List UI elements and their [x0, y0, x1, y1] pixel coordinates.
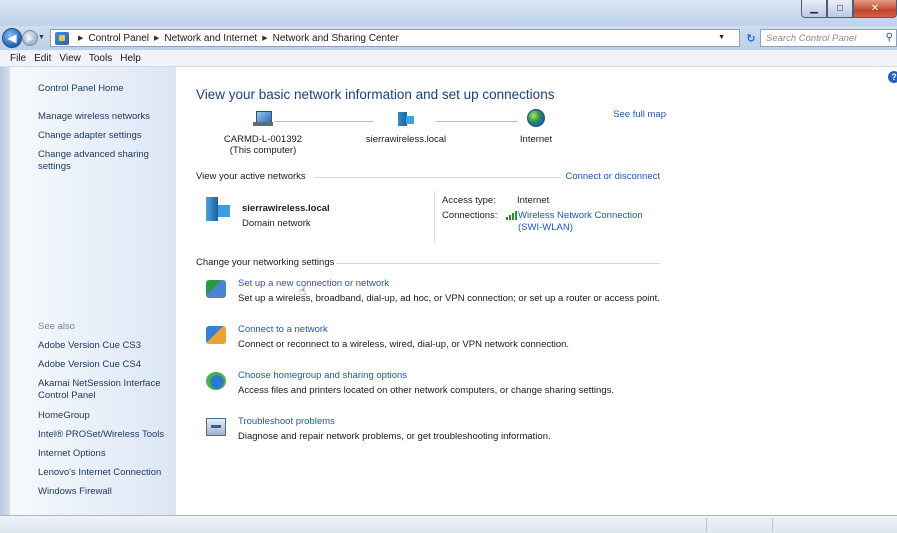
- sidebar-see-also-item[interactable]: Intel® PROSet/Wireless Tools: [38, 429, 164, 441]
- sidebar: Control Panel Home Manage wireless netwo…: [10, 67, 176, 515]
- network-name: sierrawireless.local: [365, 134, 447, 145]
- refresh-button[interactable]: ↻: [742, 29, 760, 47]
- connect-network-icon: [206, 326, 226, 344]
- menu-help[interactable]: Help: [120, 53, 141, 64]
- section-divider: [314, 177, 565, 178]
- breadcrumb-chevron-icon[interactable]: ▶: [262, 34, 267, 42]
- maximize-button[interactable]: □: [827, 0, 853, 18]
- sidebar-see-also-item[interactable]: Akamai NetSession Interface Control Pane…: [38, 378, 173, 402]
- help-icon[interactable]: ?: [888, 71, 897, 83]
- section-divider: [336, 263, 660, 264]
- breadcrumb-control-panel[interactable]: Control Panel: [88, 33, 149, 44]
- search-placeholder: Search Control Panel: [766, 33, 857, 44]
- computer-name: CARMD-L-001392: [223, 134, 303, 145]
- breadcrumb-chevron-icon[interactable]: ▶: [78, 34, 83, 42]
- troubleshoot-icon: [206, 418, 226, 436]
- hand-cursor-icon: ☝: [299, 284, 307, 298]
- status-divider: [772, 518, 773, 532]
- sidebar-manage-wireless[interactable]: Manage wireless networks: [38, 111, 150, 123]
- task-description: Diagnose and repair network problems, or…: [238, 431, 551, 442]
- active-networks-label: View your active networks: [196, 171, 306, 182]
- refresh-icon: ↻: [746, 32, 756, 45]
- back-arrow-icon: ◀: [7, 31, 17, 45]
- address-toolbar: ◀ ▶ ▼ ▶ Control Panel ▶ Network and Inte…: [0, 26, 897, 50]
- sidebar-control-panel-home[interactable]: Control Panel Home: [38, 83, 124, 95]
- page-title: View your basic network information and …: [196, 87, 555, 102]
- sidebar-see-also-item[interactable]: Windows Firewall: [38, 486, 112, 498]
- computer-icon: [253, 111, 273, 127]
- task-description: Access files and printers located on oth…: [238, 385, 614, 396]
- computer-sublabel: (This computer): [229, 145, 297, 156]
- search-icon[interactable]: ⚲: [886, 32, 893, 43]
- sidebar-see-also-item[interactable]: Lenovo's Internet Connection: [38, 467, 161, 479]
- menu-file[interactable]: File: [10, 53, 26, 64]
- wireless-signal-icon: [506, 211, 517, 220]
- panel-divider: [434, 191, 435, 243]
- map-node-computer[interactable]: CARMD-L-001392 (This computer): [208, 111, 318, 156]
- see-full-map-link[interactable]: See full map: [613, 109, 666, 120]
- forward-button[interactable]: ▶: [22, 30, 38, 46]
- homegroup-icon: [206, 372, 226, 390]
- minimize-button[interactable]: ▁: [801, 0, 827, 18]
- map-node-internet[interactable]: Internet: [496, 109, 576, 145]
- window-controls: ▁ □ ✕: [801, 0, 897, 20]
- control-panel-icon: [55, 31, 69, 45]
- task-title-link[interactable]: Set up a new connection or network: [238, 278, 389, 289]
- main-panel: ? View your basic network information an…: [176, 67, 897, 515]
- recent-pages-dropdown[interactable]: ▼: [38, 34, 45, 41]
- map-node-network[interactable]: sierrawireless.local: [351, 111, 461, 145]
- breadcrumb-sharing-center[interactable]: Network and Sharing Center: [273, 33, 399, 44]
- internet-label: Internet: [519, 134, 553, 145]
- sidebar-see-also-item[interactable]: Adobe Version Cue CS4: [38, 359, 141, 371]
- task-connect-network: Connect to a network Connect or reconnec…: [206, 324, 666, 358]
- change-settings-label: Change your networking settings: [196, 257, 335, 268]
- access-type-label: Access type:: [442, 195, 496, 206]
- sidebar-advanced-sharing[interactable]: Change advanced sharing settings: [38, 149, 163, 173]
- breadcrumb: ▶ Control Panel ▶ Network and Internet ▶…: [73, 33, 399, 44]
- forward-arrow-icon: ▶: [26, 32, 34, 43]
- back-button[interactable]: ◀: [2, 28, 22, 48]
- task-troubleshoot: Troubleshoot problems Diagnose and repai…: [206, 416, 666, 450]
- task-setup-connection: Set up a new connection or network Set u…: [206, 278, 666, 312]
- menu-edit[interactable]: Edit: [34, 53, 51, 64]
- globe-icon: [527, 109, 545, 127]
- active-network-name: sierrawireless.local: [242, 203, 330, 214]
- status-divider: [706, 518, 707, 532]
- task-title-link[interactable]: Choose homegroup and sharing options: [238, 370, 407, 381]
- task-description: Connect or reconnect to a wireless, wire…: [238, 339, 570, 350]
- address-bar[interactable]: ▶ Control Panel ▶ Network and Internet ▶…: [50, 29, 740, 47]
- change-settings-header: Change your networking settings: [196, 257, 660, 269]
- sidebar-see-also-item[interactable]: Adobe Version Cue CS3: [38, 340, 141, 352]
- title-bar: ▁ □ ✕: [0, 0, 897, 26]
- status-bar: [0, 515, 897, 533]
- wireless-connection-link[interactable]: Wireless Network Connection: [518, 210, 643, 222]
- window-left-border: [0, 67, 10, 533]
- breadcrumb-network-internet[interactable]: Network and Internet: [164, 33, 257, 44]
- access-type-value: Internet: [517, 195, 550, 206]
- task-title-link[interactable]: Connect to a network: [238, 324, 328, 335]
- network-map: CARMD-L-001392 (This computer) sierrawir…: [196, 107, 666, 171]
- search-input[interactable]: Search Control Panel ⚲: [760, 29, 897, 47]
- close-button[interactable]: ✕: [853, 0, 897, 18]
- network-icon: [396, 111, 416, 127]
- menu-bar: File Edit View Tools Help: [0, 50, 897, 67]
- sidebar-change-adapter[interactable]: Change adapter settings: [38, 130, 142, 142]
- menu-tools[interactable]: Tools: [89, 53, 112, 64]
- active-networks-header: View your active networks Connect or dis…: [196, 171, 660, 183]
- sidebar-see-also-item[interactable]: Internet Options: [38, 448, 106, 460]
- task-title-link[interactable]: Troubleshoot problems: [238, 416, 335, 427]
- sidebar-see-also-item[interactable]: HomeGroup: [38, 410, 90, 422]
- active-network-type[interactable]: Domain network: [242, 218, 311, 229]
- see-also-heading: See also: [38, 321, 75, 332]
- breadcrumb-chevron-icon[interactable]: ▶: [154, 34, 159, 42]
- menu-view[interactable]: View: [59, 53, 81, 64]
- connections-label: Connections:: [442, 210, 498, 221]
- connect-disconnect-link[interactable]: Connect or disconnect: [561, 171, 660, 182]
- task-homegroup: Choose homegroup and sharing options Acc…: [206, 370, 666, 404]
- address-dropdown-icon[interactable]: ▼: [718, 34, 725, 41]
- wireless-ssid-link[interactable]: (SWI-WLAN): [518, 222, 573, 234]
- setup-connection-icon: [206, 280, 226, 298]
- active-network-panel: sierrawireless.local Domain network Acce…: [196, 185, 660, 245]
- domain-network-icon: [206, 197, 232, 223]
